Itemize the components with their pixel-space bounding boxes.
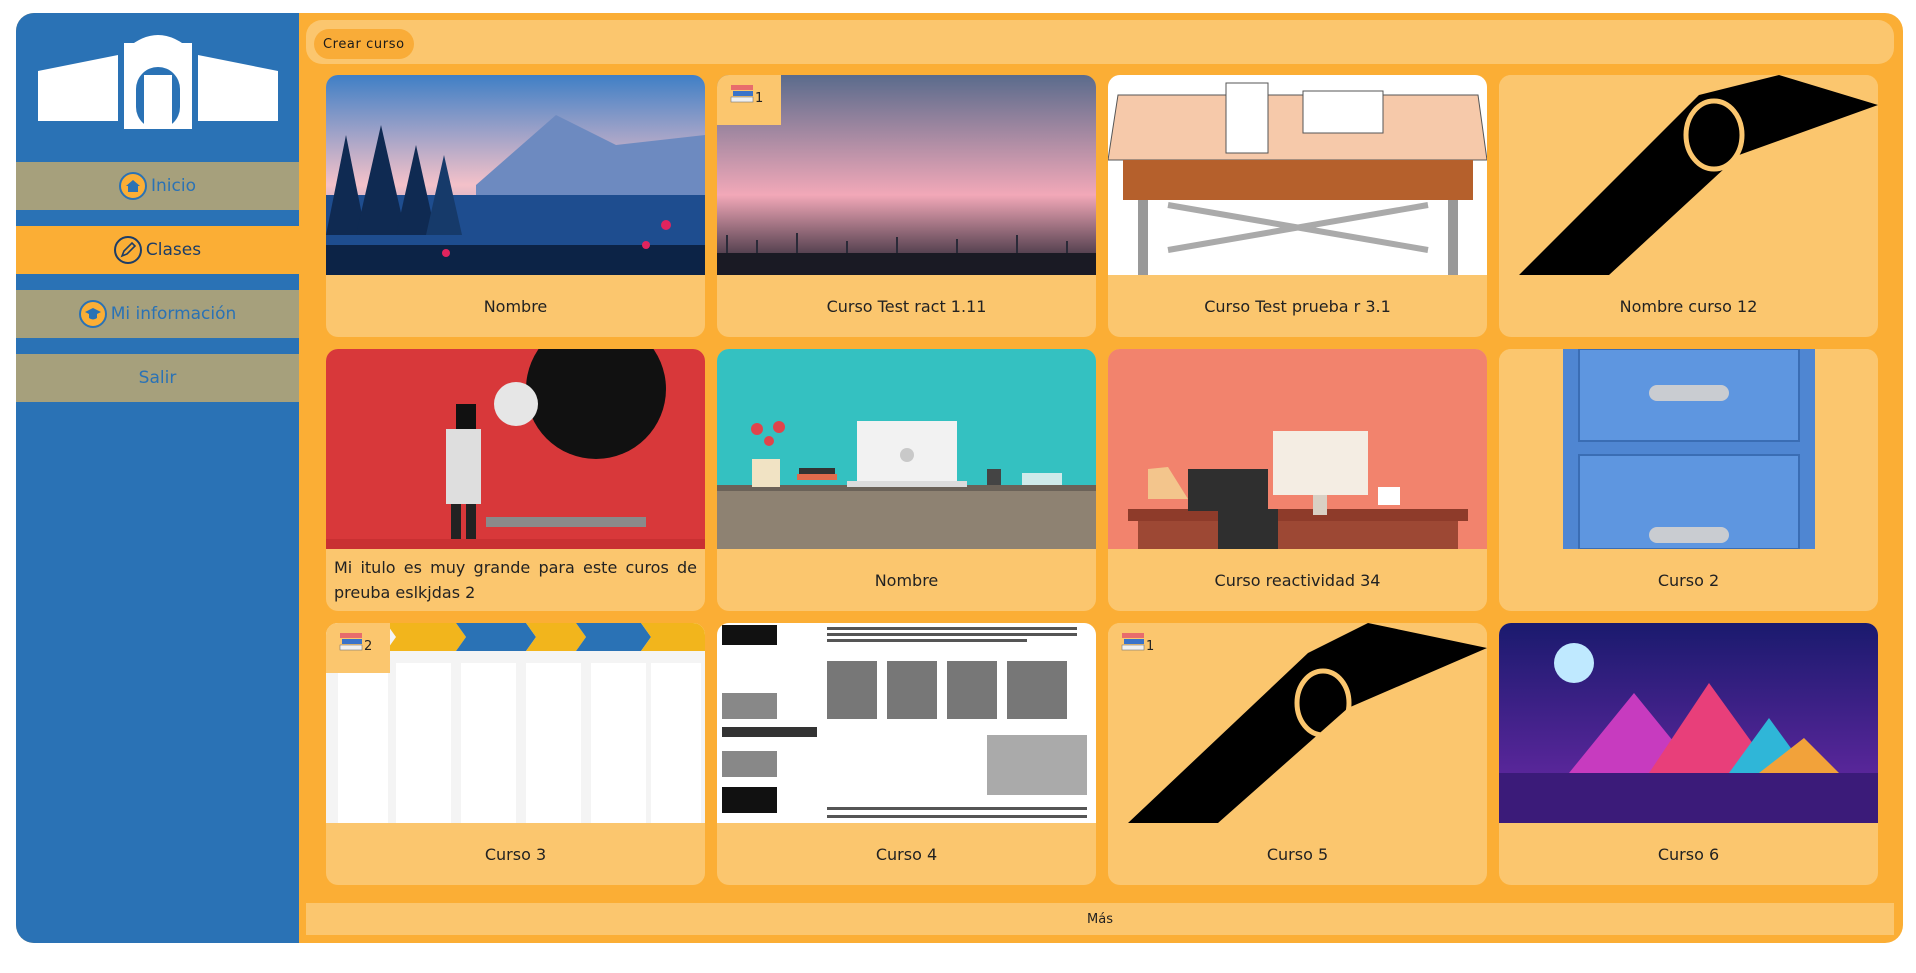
course-card[interactable]: 2 Curso 3 bbox=[326, 623, 705, 885]
course-card[interactable]: Curso 2 bbox=[1499, 349, 1878, 611]
badge-count: 1 bbox=[755, 91, 764, 106]
course-title: Nombre curso 12 bbox=[1619, 296, 1758, 316]
university-logo bbox=[38, 35, 278, 129]
course-card[interactable]: Nombre bbox=[717, 349, 1096, 611]
course-title: Curso Test prueba r 3.1 bbox=[1204, 296, 1391, 316]
pencil-icon bbox=[113, 236, 142, 264]
course-thumbnail bbox=[326, 75, 705, 275]
books-icon bbox=[339, 633, 363, 651]
course-thumbnail bbox=[326, 349, 705, 549]
books-icon bbox=[1121, 633, 1145, 651]
sidebar-item-label: Clases bbox=[145, 240, 202, 260]
books-icon bbox=[730, 85, 754, 103]
course-thumbnail bbox=[1108, 349, 1487, 549]
course-title: Curso 4 bbox=[875, 844, 938, 864]
course-thumbnail bbox=[1108, 75, 1487, 275]
course-card[interactable]: Curso reactividad 34 bbox=[1108, 349, 1487, 611]
course-title: Curso 5 bbox=[1266, 844, 1329, 864]
course-thumbnail bbox=[1499, 75, 1878, 275]
pending-badge: 1 bbox=[1108, 623, 1172, 673]
home-icon bbox=[119, 172, 147, 200]
course-thumbnail bbox=[1499, 349, 1878, 549]
sidebar-item-label: Mi información bbox=[110, 304, 237, 324]
course-thumbnail bbox=[717, 623, 1096, 823]
course-card[interactable]: Curso 4 bbox=[717, 623, 1096, 885]
toolbar: Crear curso bbox=[306, 20, 1894, 64]
sidebar-item-clases[interactable]: Clases bbox=[16, 226, 299, 274]
course-thumbnail bbox=[717, 349, 1096, 549]
course-title: Nombre bbox=[483, 296, 548, 316]
course-title: Curso Test ract 1.11 bbox=[826, 296, 987, 316]
badge-count: 1 bbox=[1146, 639, 1155, 654]
graduation-cap-icon bbox=[78, 300, 107, 328]
sidebar-item-salir[interactable]: Salir bbox=[16, 354, 299, 402]
pending-badge: 1 bbox=[717, 75, 781, 125]
badge-count: 2 bbox=[364, 639, 373, 654]
course-card[interactable]: Curso 6 bbox=[1499, 623, 1878, 885]
course-card[interactable]: 1 Curso Test ract 1.11 bbox=[717, 75, 1096, 337]
course-title: Curso 3 bbox=[484, 844, 547, 864]
course-title: Curso reactividad 34 bbox=[1214, 570, 1381, 590]
sidebar: Inicio Clases Mi información Salir bbox=[16, 13, 299, 943]
course-card[interactable]: Curso Test prueba r 3.1 bbox=[1108, 75, 1487, 337]
course-title: Mi itulo es muy grande para este curos d… bbox=[334, 558, 697, 602]
course-card[interactable]: Mi itulo es muy grande para este curos d… bbox=[326, 349, 705, 611]
course-title: Curso 2 bbox=[1657, 570, 1720, 590]
sidebar-item-mi-informacion[interactable]: Mi información bbox=[16, 290, 299, 338]
pending-badge: 2 bbox=[326, 623, 390, 673]
course-card[interactable]: 1 Curso 5 bbox=[1108, 623, 1487, 885]
app-window: Inicio Clases Mi información Salir Crear… bbox=[16, 13, 1903, 943]
sidebar-item-label: Inicio bbox=[151, 176, 196, 196]
course-thumbnail bbox=[1499, 623, 1878, 823]
course-title: Curso 6 bbox=[1657, 844, 1720, 864]
course-card[interactable]: Nombre bbox=[326, 75, 705, 337]
create-course-button[interactable]: Crear curso bbox=[314, 29, 414, 59]
main-content: Crear curso Nombre 1 Curso Test ract 1.1… bbox=[299, 13, 1903, 943]
load-more-button[interactable]: Más bbox=[306, 903, 1894, 935]
sidebar-item-label: Salir bbox=[138, 368, 177, 388]
sidebar-item-inicio[interactable]: Inicio bbox=[16, 162, 299, 210]
course-title: Nombre bbox=[874, 570, 939, 590]
course-card[interactable]: Nombre curso 12 bbox=[1499, 75, 1878, 337]
